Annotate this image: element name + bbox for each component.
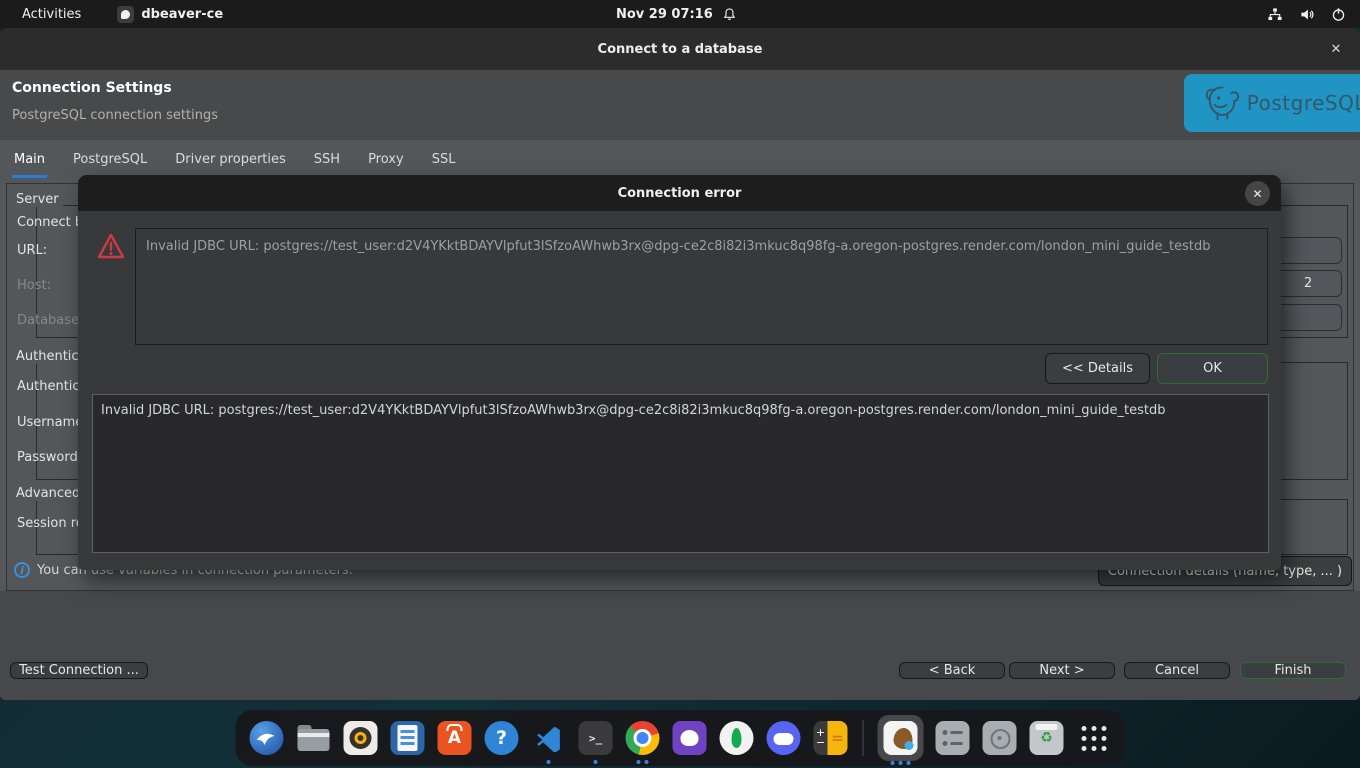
trash-icon[interactable]: ♻ [1029, 720, 1065, 756]
tab-proxy[interactable]: Proxy [366, 150, 406, 176]
error-message-box[interactable]: Invalid JDBC URL: postgres://test_user:d… [135, 228, 1268, 345]
server-group-label: Server [12, 192, 63, 207]
libreoffice-writer-icon[interactable] [390, 720, 426, 756]
error-dialog-titlebar[interactable]: Connection error ✕ [78, 175, 1281, 211]
page-title: Connection Settings [12, 80, 172, 96]
dbeaver-icon[interactable] [878, 715, 924, 761]
window-title: Connect to a database [598, 42, 763, 57]
page-subtitle: PostgreSQL connection settings [12, 108, 218, 123]
volume-icon [1299, 7, 1315, 22]
window-titlebar[interactable]: Connect to a database ✕ [0, 28, 1360, 70]
app-grid-icon[interactable] [1076, 720, 1112, 756]
ubuntu-software-icon[interactable]: A [437, 720, 473, 756]
system-status-area[interactable] [1267, 7, 1346, 22]
elephant-icon [1202, 81, 1243, 125]
postgresql-logo: PostgreSQL [1184, 74, 1360, 132]
settings-icon[interactable] [935, 720, 971, 756]
next-button[interactable]: Next > [1009, 662, 1115, 679]
error-details-box[interactable]: Invalid JDBC URL: postgres://test_user:d… [92, 394, 1269, 553]
info-icon: i [14, 562, 30, 578]
vscode-icon[interactable] [531, 720, 567, 756]
bell-icon [722, 7, 737, 22]
logo-text: PostgreSQL [1247, 91, 1360, 115]
advanced-group-label: Advanced [12, 486, 84, 501]
warning-icon [96, 231, 126, 261]
rhythmbox-icon[interactable] [343, 720, 379, 756]
connect-database-window: Connect to a database ✕ Connection Setti… [0, 28, 1360, 700]
focused-app-name: dbeaver-ce [141, 7, 223, 22]
discord-icon[interactable] [766, 720, 802, 756]
clock-text: Nov 29 07:16 [616, 7, 713, 22]
host-label: Host: [17, 278, 51, 293]
system-top-bar: Activities dbeaver-ce Nov 29 07:16 [0, 0, 1360, 28]
thunderbird-icon[interactable] [249, 720, 285, 756]
password-label: Password: [17, 450, 82, 465]
tab-postgresql[interactable]: PostgreSQL [71, 150, 149, 176]
network-icon [1267, 7, 1283, 22]
wizard-header: Connection Settings PostgreSQL connectio… [0, 70, 1360, 140]
screen: Activities dbeaver-ce Nov 29 07:16 [0, 0, 1360, 768]
details-toggle-button[interactable]: << Details [1045, 353, 1150, 384]
dock-separator [863, 720, 864, 756]
dbeaver-app-icon [117, 6, 134, 23]
tab-ssl[interactable]: SSL [430, 150, 458, 176]
dock: A ? >_ +−= [236, 710, 1125, 766]
error-dialog-title: Connection error [618, 186, 742, 201]
wizard-button-bar [0, 591, 1360, 700]
tab-main[interactable]: Main [12, 150, 47, 176]
back-button[interactable]: < Back [899, 662, 1005, 679]
finish-button[interactable]: Finish [1240, 662, 1346, 679]
window-close-icon[interactable]: ✕ [1324, 37, 1348, 61]
disks-icon[interactable] [982, 720, 1018, 756]
activities-button[interactable]: Activities [16, 7, 87, 22]
tab-ssh[interactable]: SSH [312, 150, 342, 176]
connection-error-dialog: Connection error ✕ Invalid JDBC URL: pos… [78, 175, 1281, 570]
github-desktop-icon[interactable] [672, 720, 708, 756]
mongodb-compass-icon[interactable] [719, 720, 755, 756]
cancel-button[interactable]: Cancel [1124, 662, 1230, 679]
focused-app-menu[interactable]: dbeaver-ce [117, 6, 223, 23]
settings-tabs: Main PostgreSQL Driver properties SSH Pr… [12, 150, 457, 176]
terminal-icon[interactable]: >_ [578, 720, 614, 756]
tab-driver-properties[interactable]: Driver properties [173, 150, 287, 176]
clock-menu[interactable]: Nov 29 07:16 [616, 7, 737, 22]
url-label: URL: [17, 243, 47, 258]
help-icon[interactable]: ? [484, 720, 520, 756]
port-value: 2 [1304, 276, 1312, 291]
power-icon [1331, 7, 1346, 22]
ok-button[interactable]: OK [1157, 353, 1268, 384]
files-icon[interactable] [296, 720, 332, 756]
database-label: Database: [17, 313, 83, 328]
test-connection-button[interactable]: Test Connection ... [10, 662, 148, 679]
calculator-icon[interactable]: +−= [813, 720, 849, 756]
chrome-icon[interactable] [625, 720, 661, 756]
error-dialog-close-icon[interactable]: ✕ [1245, 181, 1270, 206]
